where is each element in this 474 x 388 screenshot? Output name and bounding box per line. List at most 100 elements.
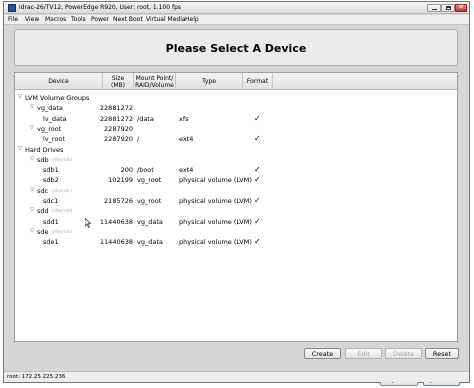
expander-icon[interactable]: ▽: [30, 156, 34, 162]
device-path: (/dev/sdc): [52, 187, 73, 193]
device-size: 2287920: [104, 135, 133, 144]
create-button[interactable]: Create: [304, 348, 341, 359]
checkmark-icon: ✓: [254, 216, 261, 226]
device-type: physical volume (LVM): [179, 217, 252, 226]
table-row[interactable]: ▽ Hard Drives: [15, 145, 457, 155]
device-name: sdb2: [43, 176, 59, 185]
maximize-button[interactable]: [441, 4, 455, 12]
table-row[interactable]: sdd1 11440638 vg_data physical volume (LVM)…: [15, 217, 457, 227]
table-row[interactable]: sdb1 200/boot ext4 ✓: [15, 165, 457, 175]
column-header-size[interactable]: Size (MB): [103, 73, 134, 90]
table-row[interactable]: ▽ LVM Volume Groups: [15, 93, 457, 103]
device-name: sdc1: [43, 197, 59, 205]
device-size: 22881272: [99, 114, 133, 123]
expander-icon[interactable]: ▽: [30, 125, 34, 131]
table-row[interactable]: ▽ sde (/dev/sde): [15, 227, 457, 237]
table-row[interactable]: ▽ sdd (/dev/sdd): [15, 206, 457, 216]
device-name: LVM Volume Groups: [25, 94, 90, 102]
device-type: physical volume (LVM): [179, 238, 252, 247]
device-size: 2287920: [104, 124, 133, 133]
device-name: lv_data: [43, 114, 67, 123]
device-name: sdd1: [43, 217, 59, 226]
menu-view[interactable]: View: [25, 16, 39, 23]
table-row[interactable]: ▽ sdb (/dev/sdb): [15, 155, 457, 165]
expander-icon[interactable]: ▽: [30, 207, 34, 213]
device-mount-point: vg_root: [137, 176, 162, 185]
device-path: (/dev/sde): [52, 228, 73, 234]
console-window: idrac-26/TV12, PowerEdge R920, User: roo…: [3, 1, 470, 386]
device-size: 11440638: [99, 238, 133, 247]
column-header-type[interactable]: Type: [176, 73, 243, 90]
device-mount-point: vg_data: [137, 217, 163, 226]
checkmark-icon: ✓: [254, 196, 261, 205]
menu-bar: File View Macros Tools Power Next Boot V…: [4, 15, 469, 25]
device-type: ext4: [179, 166, 194, 175]
device-mount-point: /data: [137, 114, 154, 123]
title-bar[interactable]: idrac-26/TV12, PowerEdge R920, User: roo…: [4, 2, 469, 14]
status-bar: root: 172.25.225.236: [4, 371, 469, 382]
column-header-device[interactable]: Device: [15, 73, 103, 90]
table-row[interactable]: lv_data 22881272/data xfs ✓: [15, 114, 457, 124]
close-button[interactable]: ✕: [455, 3, 467, 12]
table-row[interactable]: ▽ sdc (/dev/sdc): [15, 186, 457, 196]
expander-icon[interactable]: ▽: [18, 146, 22, 152]
device-type: xfs: [179, 114, 189, 123]
table-row[interactable]: ▽ vg_data 22881272: [15, 103, 457, 113]
checkmark-icon: ✓: [254, 237, 261, 247]
device-mount-point: /boot: [137, 166, 154, 175]
table-row[interactable]: sdb2 102199 vg_root physical volume (LVM) ✓: [15, 175, 457, 185]
header-panel: Please Select A Device: [14, 29, 458, 66]
menu-tools[interactable]: Tools: [71, 16, 86, 23]
device-name: sdb1: [43, 166, 59, 175]
installer-content: Please Select A Device Device Size (MB) …: [4, 26, 469, 386]
device-name: vg_data: [37, 104, 63, 113]
expander-icon[interactable]: ▽: [30, 228, 34, 234]
device-name: sde: [37, 227, 49, 236]
maximize-icon: [446, 6, 451, 10]
device-size: 200: [120, 166, 133, 175]
mouse-pointer-icon: [85, 218, 91, 228]
reset-button[interactable]: Reset: [425, 348, 459, 359]
menu-macros[interactable]: Macros: [45, 16, 66, 23]
menu-file[interactable]: File: [8, 16, 18, 23]
menu-help[interactable]: Help: [185, 16, 199, 23]
page-title: Please Select A Device: [165, 42, 307, 55]
device-type: physical volume (LVM): [179, 197, 252, 205]
device-size: 22881272: [99, 104, 133, 113]
device-path: (/dev/sdd): [52, 208, 73, 214]
status-text: root: 172.25.225.236: [7, 374, 66, 380]
minimize-button[interactable]: [427, 4, 441, 12]
device-size: 11440638: [99, 217, 133, 226]
table-row[interactable]: ▽ vg_root 2287920: [15, 124, 457, 134]
table-header: Device Size (MB) Mount Point/ RAID/Volum…: [15, 73, 457, 90]
device-name: sde1: [43, 238, 59, 247]
menu-virtual-media[interactable]: Virtual Media: [146, 16, 186, 23]
device-mount-point: vg_root: [137, 197, 162, 205]
checkmark-icon: ✓: [254, 175, 261, 185]
close-icon: ✕: [458, 3, 464, 11]
device-mount-point: /: [137, 135, 140, 144]
expander-icon[interactable]: ▽: [30, 187, 34, 193]
delete-button[interactable]: Delete: [385, 348, 422, 359]
edit-button[interactable]: Edit: [345, 348, 382, 359]
checkmark-icon: ✓: [254, 134, 261, 144]
table-row[interactable]: sdc1 2185726 vg_root physical volume (LVM) ✓: [15, 196, 457, 206]
menu-power[interactable]: Power: [91, 16, 109, 23]
table-row[interactable]: lv_root 2287920 / ext4 ✓: [15, 134, 457, 144]
checkmark-icon: ✓: [254, 165, 261, 175]
device-name: Hard Drives: [25, 145, 64, 154]
device-type: ext4: [179, 135, 194, 144]
column-header-mount[interactable]: Mount Point/ RAID/Volume: [134, 73, 176, 90]
device-name: sdd: [37, 207, 49, 216]
device-mount-point: vg_data: [137, 238, 163, 247]
device-size: 2185726: [104, 197, 133, 205]
minimize-icon: [432, 9, 437, 10]
expander-icon[interactable]: ▽: [30, 104, 34, 110]
checkmark-icon: ✓: [254, 113, 261, 123]
device-name: sdb: [37, 155, 49, 164]
expander-icon[interactable]: ▽: [18, 94, 22, 100]
table-row[interactable]: sde1 11440638 vg_data physical volume (LVM)…: [15, 237, 457, 247]
column-header-format[interactable]: Format: [243, 73, 273, 90]
device-name: lv_root: [43, 135, 65, 144]
menu-next-boot[interactable]: Next Boot: [113, 16, 143, 23]
